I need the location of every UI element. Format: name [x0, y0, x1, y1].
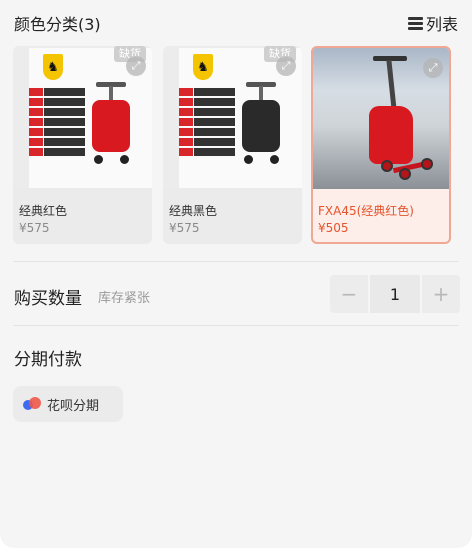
spec-list-graphic — [29, 88, 85, 158]
option-name: FXA45(经典红色) — [318, 204, 414, 218]
option-name: 经典黑色 — [169, 204, 218, 218]
divider — [13, 325, 459, 326]
quantity-label: 购买数量 — [14, 289, 82, 309]
product-thumbnail: ♞ 缺货 ⤢ — [163, 46, 302, 188]
spec-list-graphic — [179, 88, 235, 158]
quantity-stepper: − 1 + — [330, 275, 460, 313]
zoom-icon[interactable]: ⤢ — [423, 58, 443, 78]
option-price: ¥575 — [169, 221, 200, 235]
option-price: ¥575 — [19, 221, 50, 235]
quantity-value[interactable]: 1 — [370, 275, 420, 313]
huabei-label: 花呗分期 — [47, 398, 100, 414]
product-thumbnail: ♞ 缺货 ⤢ — [13, 46, 152, 188]
list-view-icon — [407, 16, 423, 31]
product-thumbnail: ⤢ — [313, 48, 449, 189]
zoom-icon[interactable]: ⤢ — [126, 56, 146, 76]
list-view-toggle[interactable]: 列表 — [407, 11, 458, 35]
color-option-fxa45-selected[interactable]: ⤢ FXA45(经典红色) ¥505 — [311, 46, 451, 244]
scooter-suitcase-image — [343, 56, 434, 184]
color-option-classic-red[interactable]: ♞ 缺货 ⤢ 经典红色 ¥575 — [13, 46, 152, 244]
suitcase-image — [238, 82, 284, 164]
color-section-title: 颜色分类(3) — [14, 15, 101, 34]
decrease-button[interactable]: − — [330, 275, 368, 313]
installment-title: 分期付款 — [14, 350, 82, 370]
ferrari-logo-icon: ♞ — [193, 54, 213, 80]
increase-button[interactable]: + — [422, 275, 460, 313]
huabei-icon — [23, 397, 41, 411]
option-price: ¥505 — [318, 221, 349, 235]
list-view-label: 列表 — [425, 15, 458, 34]
stock-note: 库存紧张 — [98, 291, 151, 306]
color-header: 颜色分类(3) 列表 — [14, 10, 458, 36]
color-options: ♞ 缺货 ⤢ 经典红色 ¥575 ♞ 缺货 ⤢ 经典黑色 ¥575 ⤢ FXA4… — [13, 46, 459, 244]
color-option-classic-black[interactable]: ♞ 缺货 ⤢ 经典黑色 ¥575 — [163, 46, 302, 244]
sku-selector-sheet: 颜色分类(3) 列表 ♞ 缺货 ⤢ 经典红色 ¥575 ♞ 缺货 ⤢ 经典黑色 … — [0, 0, 472, 548]
suitcase-image — [88, 82, 134, 164]
option-name: 经典红色 — [19, 204, 68, 218]
zoom-icon[interactable]: ⤢ — [276, 56, 296, 76]
ferrari-logo-icon: ♞ — [43, 54, 63, 80]
divider — [13, 261, 459, 262]
huabei-installment-option[interactable]: 花呗分期 — [13, 386, 123, 422]
